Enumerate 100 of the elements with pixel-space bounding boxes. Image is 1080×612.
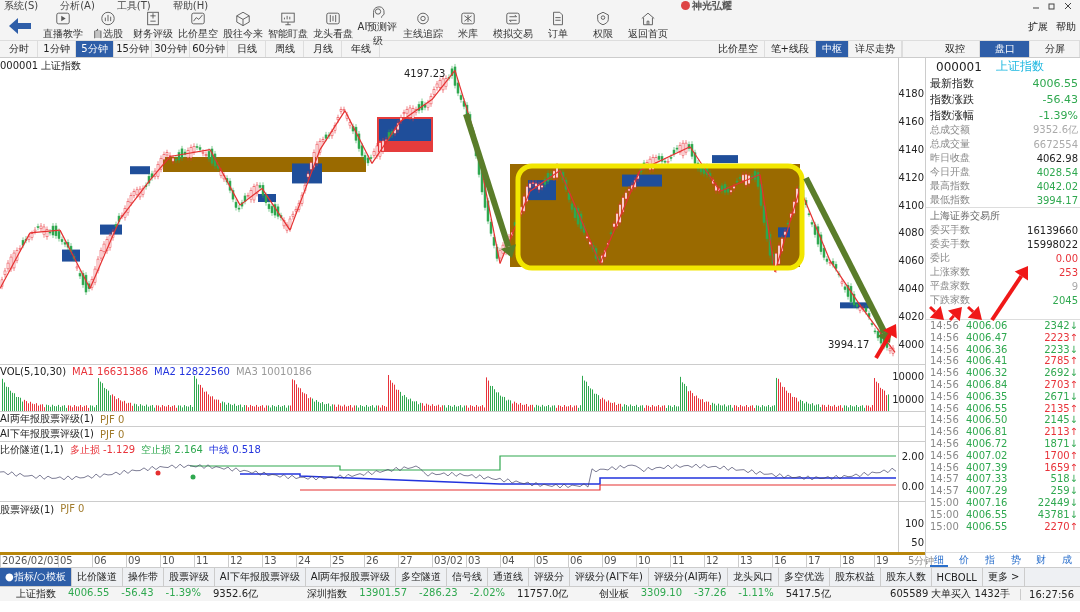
indicator-tab[interactable]: 通道线 (488, 568, 530, 586)
period-tab[interactable]: 日线 (228, 41, 266, 57)
toolbar-button[interactable]: 米库 (445, 10, 490, 41)
toolbar-button[interactable]: 返回首页 (625, 10, 670, 41)
toolbar-button[interactable]: 权限 (580, 10, 625, 41)
menu-item[interactable]: 工具(T) (112, 0, 169, 11)
tick-volume: 1700↑ (1043, 449, 1078, 462)
indicator-tab[interactable]: 股东人数 (880, 568, 932, 586)
axis-label: 10000 (892, 394, 924, 405)
indicator-tab[interactable]: 评级分 (529, 568, 571, 586)
tick-time: 14:56 (930, 426, 960, 438)
view-tab[interactable]: 详尽走势 (849, 41, 902, 57)
menu-item[interactable]: 帮助(H) (168, 0, 227, 11)
stat-label: 昨日收盘 (930, 151, 970, 165)
tick-price: 4006.72 (966, 437, 1009, 450)
axis-label: 4180 (898, 88, 924, 99)
document-icon (144, 10, 161, 26)
index-name: 深圳指数 (307, 587, 348, 601)
arrow-icon (463, 113, 516, 258)
app-title: 神光弘耀 (692, 0, 732, 11)
indicator-tab[interactable]: 信号线 (447, 568, 489, 586)
toolbar-button[interactable]: 自选股 (85, 10, 130, 41)
index-percent: -2.02% (469, 587, 506, 600)
toolbar-button[interactable]: 智能盯盘 (265, 10, 310, 41)
detail-tab[interactable]: 成 (1058, 553, 1077, 567)
toolbar-button[interactable]: 比价星空 (175, 10, 220, 41)
view-tab[interactable]: 比价星空 (711, 41, 765, 57)
panel-tab[interactable]: 分屏 (1030, 41, 1080, 57)
indicator-tab[interactable]: 评级分(AI两年) (649, 568, 728, 586)
tick-time: 14:57 (930, 485, 960, 497)
toolbar-button[interactable]: 模拟交易 (490, 10, 535, 41)
stat-value: -1.39% (1039, 108, 1078, 122)
menu-item[interactable]: 分析(A) (56, 0, 113, 11)
low-price-label: 3994.17 (828, 339, 870, 350)
detail-tab[interactable]: 指 (981, 553, 1000, 567)
legend-text: MA2 12822560 (154, 366, 230, 377)
tick-time: 14:56 (930, 437, 960, 450)
index-price: 3309.10 (640, 587, 683, 600)
detail-tab[interactable]: 财 (1032, 553, 1051, 567)
indicator-tab[interactable]: 比价隧道 (71, 568, 123, 586)
tick-time: 15:00 (930, 520, 960, 533)
toolbar-link[interactable]: 帮助 (1056, 20, 1076, 34)
tick-price: 4006.32 (966, 367, 1009, 379)
indicator-tab[interactable]: 操作带 (122, 568, 164, 586)
indicator-tab[interactable]: 多空优选 (778, 568, 830, 586)
indicator-tab[interactable]: 多空隧道 (396, 568, 448, 586)
clock-time: 16:27:56 (1020, 588, 1080, 600)
toolbar-button[interactable]: 直播教学 (40, 10, 85, 41)
indicator-tab[interactable]: 评级分(AI下年) (570, 568, 649, 586)
swap-icon (504, 10, 521, 26)
chart-title: 000001 上证指数 (0, 59, 82, 73)
tick-price: 4006.50 (966, 414, 1009, 427)
tick-time: 14:56 (930, 343, 960, 356)
period-tab[interactable]: 分时 (0, 41, 38, 57)
toolbar-button[interactable]: 订单 (535, 10, 580, 41)
detail-tab[interactable]: 价 (955, 553, 974, 567)
indicator-tab[interactable]: ●指标/○模板 (0, 568, 72, 586)
period-tab[interactable]: 30分钟 (152, 41, 190, 57)
indicator-tab[interactable]: AI下年报股票评级 (214, 568, 306, 586)
stat-label: 最高指数 (930, 179, 970, 193)
toolbar-link[interactable]: 扩展 (1028, 20, 1048, 34)
period-tab[interactable]: 月线 (304, 41, 342, 57)
line-chart-icon (189, 10, 206, 26)
period-tab[interactable]: 周线 (266, 41, 304, 57)
indicator-tab[interactable]: 龙头风口 (727, 568, 779, 586)
toolbar-button[interactable]: 股往今来 (220, 10, 265, 41)
stat-value: 3994.17 (1036, 194, 1078, 206)
back-arrow-icon[interactable] (9, 17, 31, 34)
indicator-name: 股票评级(1) (0, 503, 55, 517)
stat-value: 2045 (1052, 294, 1078, 306)
tick-price: 4007.16 (966, 496, 1009, 509)
index-amount: 5417.5亿 (785, 587, 831, 601)
indicator-value: PJF 0 (99, 428, 125, 440)
toolbar-button[interactable]: 主线追踪 (400, 10, 445, 41)
indicator-tab[interactable]: AI两年报股票评级 (305, 568, 397, 586)
indicator-value: PJF 0 (60, 503, 85, 516)
toolbar-button[interactable]: 财务评级 (130, 10, 175, 41)
view-tab[interactable]: 中枢 (816, 41, 849, 57)
stat-label: 最新指数 (930, 75, 974, 91)
period-tab[interactable]: 15分钟 (114, 41, 152, 57)
stat-label: 指数涨跌 (930, 91, 974, 107)
close-icon[interactable] (1064, 1, 1072, 10)
indicator-name: AI下年报股票评级(1) (0, 427, 94, 441)
tick-time: 14:56 (930, 414, 960, 427)
panel-tab[interactable]: 盘口 (980, 41, 1030, 57)
indicator-tab[interactable]: 股东权益 (829, 568, 881, 586)
tick-price: 4006.35 (966, 390, 1009, 403)
period-tab[interactable]: 5分钟 (76, 41, 114, 57)
stat-label: 平盘家数 (930, 279, 970, 293)
tick-time: 14:56 (930, 461, 960, 474)
stock-name: 上证指数 (995, 58, 1044, 75)
period-tab[interactable]: 60分钟 (190, 41, 228, 57)
indicator-tab[interactable]: 股票评级 (163, 568, 215, 586)
toolbar-button[interactable]: 龙头看盘 (310, 10, 355, 41)
menu-item[interactable]: 系统(S) (0, 0, 57, 11)
indicator-tab[interactable]: HCBOLL (931, 568, 983, 586)
detail-tab[interactable]: 势 (1006, 553, 1025, 567)
tick-time: 14:56 (930, 331, 960, 344)
indicator-tab[interactable]: 更多 > (982, 568, 1026, 586)
restore-icon[interactable] (1048, 1, 1056, 10)
